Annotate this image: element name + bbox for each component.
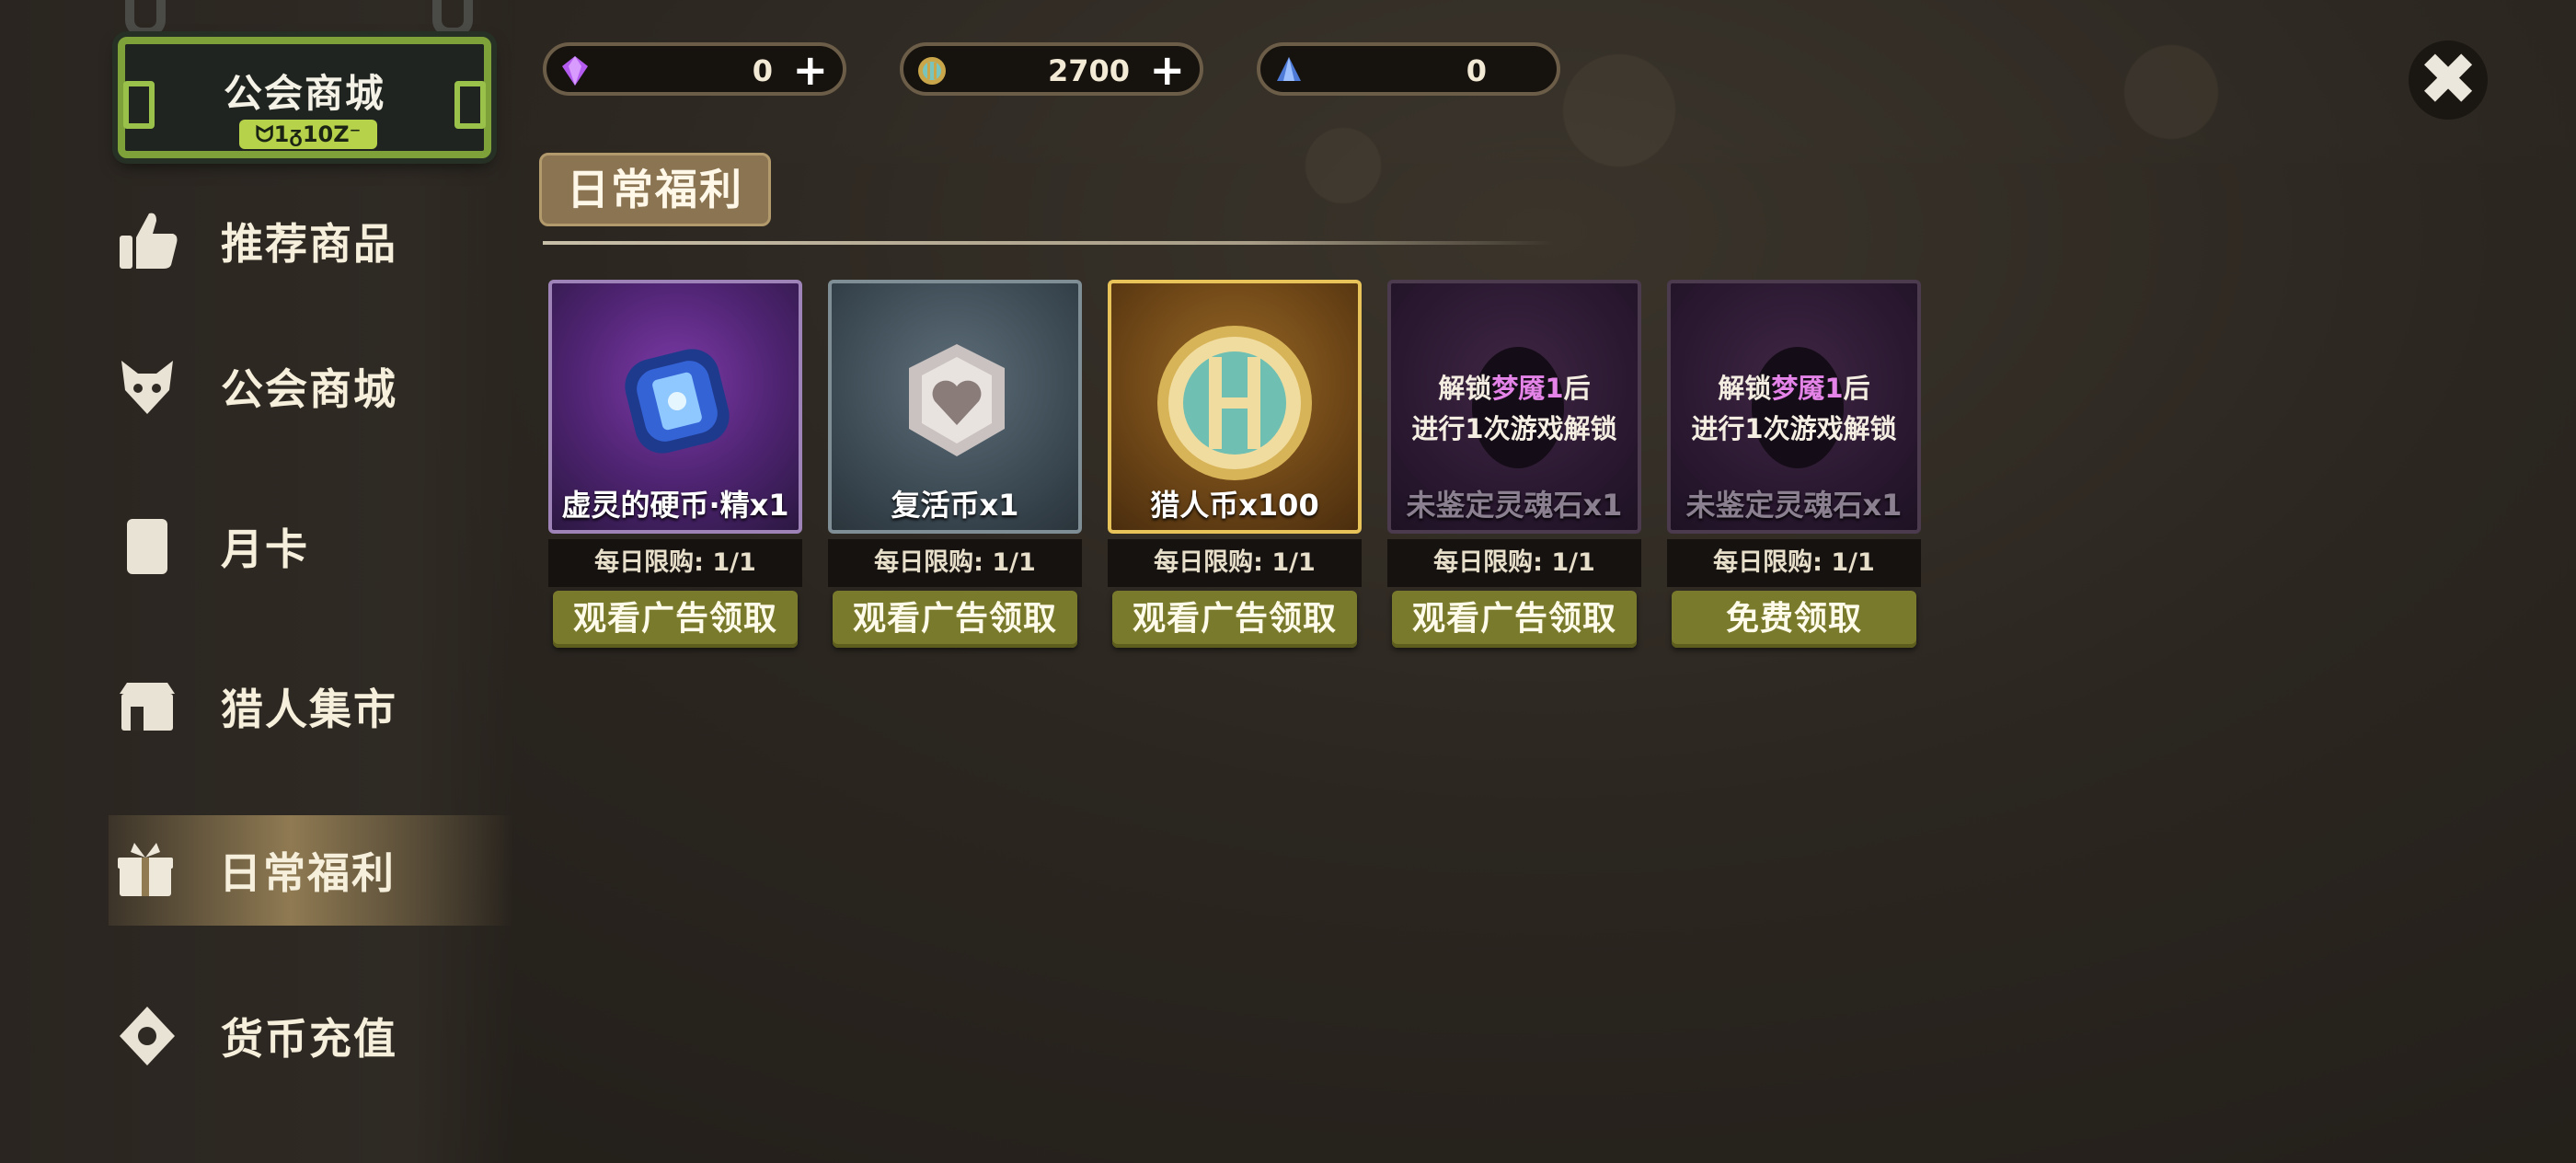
card-art: 猎人币x100 xyxy=(1108,280,1362,534)
unlock-condition: 解锁梦魇1后 进行1次游戏解锁 xyxy=(1411,373,1617,444)
card-name: 猎人币x100 xyxy=(1150,488,1319,523)
sidebar-item-monthly-card[interactable]: 月卡 xyxy=(110,491,515,602)
diamond-coin-icon xyxy=(110,999,184,1073)
purchase-limit: 每日限购: 1/1 xyxy=(1667,539,1921,587)
card-name: 虚灵的硬币·精x1 xyxy=(561,488,789,523)
purchase-limit: 每日限购: 1/1 xyxy=(1387,539,1641,587)
purchase-limit: 每日限购: 1/1 xyxy=(828,539,1082,587)
watch-ad-claim-button[interactable]: 观看广告领取 xyxy=(1112,591,1357,648)
currency-value: 2700 xyxy=(1047,53,1130,88)
purchase-limit: 每日限购: 1/1 xyxy=(548,539,802,587)
currency-gem: 0 + xyxy=(543,42,846,96)
sidebar-item-guild-shop[interactable]: 公会商城 xyxy=(110,331,515,442)
chain-right-icon xyxy=(432,0,473,37)
hunter-coin-icon xyxy=(916,55,948,86)
thumbs-up-icon xyxy=(110,204,184,278)
purple-gem-icon xyxy=(559,55,591,86)
sidebar-item-daily-benefits[interactable]: 日常福利 xyxy=(109,815,513,926)
add-hunter-coin-button[interactable]: + xyxy=(1149,48,1185,92)
purchase-limit: 每日限购: 1/1 xyxy=(1108,539,1362,587)
card-art: 解锁梦魇1后 进行1次游戏解锁 未鉴定灵魂石x1 xyxy=(1387,280,1641,534)
sign-title: 公会商城 xyxy=(223,71,385,116)
card-icon xyxy=(110,510,184,583)
shop-stall-icon xyxy=(110,670,184,743)
currency-hunter-coin: 2700 + xyxy=(900,42,1203,96)
close-button[interactable]: ✖ xyxy=(2409,40,2488,120)
card-name: 未鉴定灵魂石x1 xyxy=(1685,488,1903,523)
fox-mask-icon xyxy=(110,350,184,423)
card-art: 复活币x1 xyxy=(828,280,1082,534)
add-gem-button[interactable]: + xyxy=(792,48,828,92)
unlock-condition: 解锁梦魇1后 进行1次游戏解锁 xyxy=(1691,373,1897,444)
currency-crystal: 0 xyxy=(1257,42,1560,96)
section-divider xyxy=(543,241,1555,245)
heart-coin-icon xyxy=(909,344,1005,456)
sidebar-item-currency-topup[interactable]: 货币充值 xyxy=(110,981,515,1091)
hunter-coin-icon xyxy=(1157,326,1312,480)
shop-sign: 公会商城 ᗢ1ᵹ10Z⁻ xyxy=(118,37,491,158)
currency-value: 0 xyxy=(1466,53,1487,88)
gift-box-icon xyxy=(109,834,182,907)
watch-ad-claim-button[interactable]: 观看广告领取 xyxy=(1392,591,1637,648)
sidebar-item-label: 推荐商品 xyxy=(221,219,397,269)
blue-crystal-icon xyxy=(1273,55,1305,86)
sign-badge: ᗢ1ᵹ10Z⁻ xyxy=(239,120,377,149)
reward-card: 虚灵的硬币·精x1 每日限购: 1/1 观看广告领取 xyxy=(548,280,802,648)
currency-value: 0 xyxy=(752,53,773,88)
reward-card: 猎人币x100 每日限购: 1/1 观看广告领取 xyxy=(1108,280,1362,648)
sidebar-item-label: 月卡 xyxy=(221,524,309,574)
section-title: 日常福利 xyxy=(539,153,771,226)
sidebar-item-hunter-market[interactable]: 猎人集市 xyxy=(110,651,515,762)
close-icon: ✖ xyxy=(2418,39,2478,121)
watch-ad-claim-button[interactable]: 观看广告领取 xyxy=(833,591,1077,648)
free-claim-button[interactable]: 免费领取 xyxy=(1672,591,1916,648)
sidebar-item-recommended[interactable]: 推荐商品 xyxy=(110,186,515,296)
reward-card-locked: 解锁梦魇1后 进行1次游戏解锁 未鉴定灵魂石x1 每日限购: 1/1 观看广告领… xyxy=(1387,280,1641,648)
sidebar-item-label: 猎人集市 xyxy=(221,685,397,734)
blue-rune-coin-icon xyxy=(625,349,730,454)
sidebar-item-label: 公会商城 xyxy=(221,364,397,414)
card-art: 解锁梦魇1后 进行1次游戏解锁 未鉴定灵魂石x1 xyxy=(1667,280,1921,534)
reward-card: 复活币x1 每日限购: 1/1 观看广告领取 xyxy=(828,280,1082,648)
watch-ad-claim-button[interactable]: 观看广告领取 xyxy=(553,591,798,648)
chain-left-icon xyxy=(125,0,166,37)
card-art: 虚灵的硬币·精x1 xyxy=(548,280,802,534)
sidebar-item-label: 日常福利 xyxy=(219,848,396,898)
sidebar: 公会商城 ᗢ1ᵹ10Z⁻ 推荐商品 公会商城 月卡 猎人集市 日常福利 货币充值 xyxy=(0,0,515,1163)
reward-card-locked: 解锁梦魇1后 进行1次游戏解锁 未鉴定灵魂石x1 每日限购: 1/1 免费领取 xyxy=(1667,280,1921,648)
sidebar-item-label: 货币充值 xyxy=(221,1014,397,1064)
card-name: 未鉴定灵魂石x1 xyxy=(1406,488,1623,523)
card-name: 复活币x1 xyxy=(891,488,1019,523)
